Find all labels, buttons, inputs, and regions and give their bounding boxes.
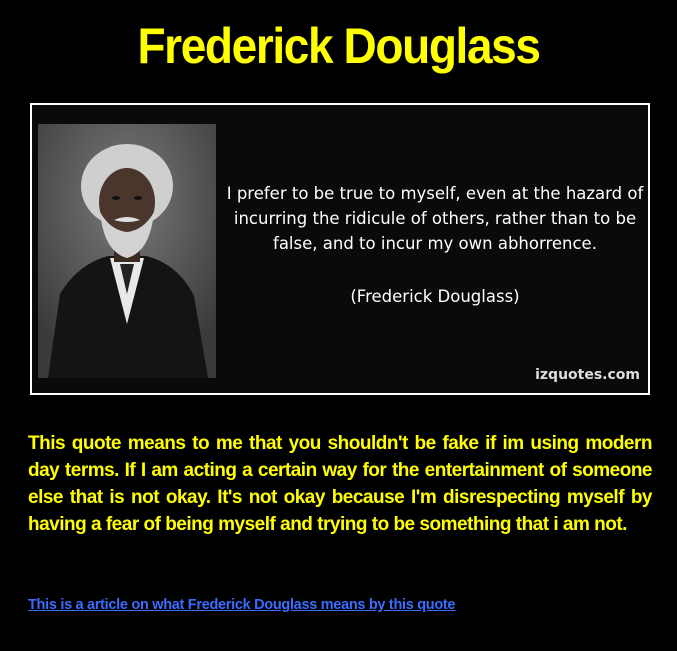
page-title: Frederick Douglass xyxy=(137,18,540,74)
watermark: izquotes.com xyxy=(535,367,640,383)
quote-author: (Frederick Douglass) xyxy=(350,287,520,306)
commentary-paragraph: This quote means to me that you shouldn'… xyxy=(28,433,653,535)
quote-text: I prefer to be true to myself, even at t… xyxy=(226,184,644,253)
portrait-photo xyxy=(38,124,216,378)
portrait-illustration xyxy=(38,124,216,378)
quote-image: I prefer to be true to myself, even at t… xyxy=(30,103,650,395)
article-link[interactable]: This is a article on what Frederick Doug… xyxy=(28,597,456,613)
